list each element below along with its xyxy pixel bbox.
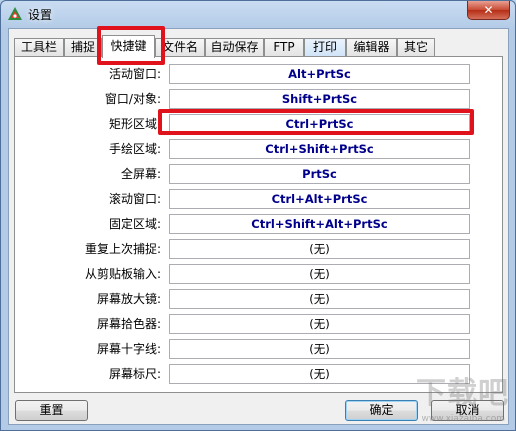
hotkey-label: 屏幕放大镜: (96, 292, 161, 306)
tab-filename[interactable]: 文件名 (155, 38, 205, 57)
hotkey-label: 滚动窗口: (108, 192, 161, 206)
hotkey-field[interactable]: (无) (169, 239, 470, 259)
hotkey-field[interactable]: (无) (169, 314, 470, 334)
tab-toolbar[interactable]: 工具栏 (14, 38, 64, 57)
hotkey-field[interactable]: (无) (169, 289, 470, 309)
tab-autosave[interactable]: 自动保存 (205, 38, 264, 57)
hotkey-label: 屏幕标尺: (108, 367, 161, 381)
hotkey-field[interactable]: (无) (169, 339, 470, 359)
hotkey-label: 手绘区域: (108, 142, 161, 156)
hotkey-field[interactable]: Ctrl+Shift+PrtSc (169, 139, 470, 159)
tab-other[interactable]: 其它 (397, 38, 435, 57)
hotkeys-panel: 活动窗口: Alt+PrtSc 窗口/对象: Shift+PrtSc 矩形区域: Ctrl… (14, 56, 503, 393)
hotkey-label: 从剪贴板输入: (84, 267, 161, 281)
hotkey-label: 矩形区域: (108, 117, 161, 131)
hotkey-field[interactable]: Ctrl+Alt+PrtSc (169, 189, 470, 209)
tab-strip: 工具栏 捕捉 快捷键 文件名 自动保存 FTP 打印 编辑器 其它 (14, 35, 504, 58)
tab-editor[interactable]: 编辑器 (346, 38, 397, 57)
hotkey-label: 窗口/对象: (104, 92, 161, 106)
tab-ftp[interactable]: FTP (264, 38, 304, 57)
tab-hotkeys[interactable]: 快捷键 (102, 35, 155, 58)
hotkey-field[interactable]: Shift+PrtSc (169, 89, 470, 109)
hotkey-field[interactable]: Ctrl+PrtSc (169, 114, 470, 134)
watermark: 下载吧 (416, 376, 509, 411)
ok-button[interactable]: 确定 (345, 400, 418, 421)
app-logo-icon (8, 7, 22, 20)
close-button[interactable]: ✕ (467, 1, 510, 20)
tab-capture[interactable]: 捕捉 (64, 38, 102, 57)
hotkey-field[interactable]: Alt+PrtSc (169, 64, 470, 84)
settings-window: 设置 ✕ 工具栏 捕捉 快捷键 文件名 自动保存 FTP 打印 编辑器 其它 活… (0, 0, 516, 431)
hotkey-field[interactable]: PrtSc (169, 164, 470, 184)
hotkey-label: 全屏幕: (120, 167, 161, 181)
hotkey-label: 固定区域: (108, 217, 161, 231)
dialog-body: 工具栏 捕捉 快捷键 文件名 自动保存 FTP 打印 编辑器 其它 活动窗口: A… (8, 28, 509, 425)
hotkey-label: 屏幕拾色器: (96, 317, 161, 331)
window-title: 设置 (28, 8, 53, 22)
hotkey-label: 活动窗口: (108, 67, 161, 81)
reset-button[interactable]: 重置 (15, 400, 88, 421)
title-bar[interactable]: 设置 ✕ (1, 1, 515, 28)
hotkey-label: 重复上次捕捉: (84, 242, 161, 256)
hotkey-field[interactable]: (无) (169, 264, 470, 284)
hotkey-field[interactable]: Ctrl+Shift+Alt+PrtSc (169, 214, 470, 234)
hotkey-label: 屏幕十字线: (96, 342, 161, 356)
watermark-url: www.xiazaiba.com (421, 414, 505, 424)
tab-print[interactable]: 打印 (304, 38, 346, 57)
